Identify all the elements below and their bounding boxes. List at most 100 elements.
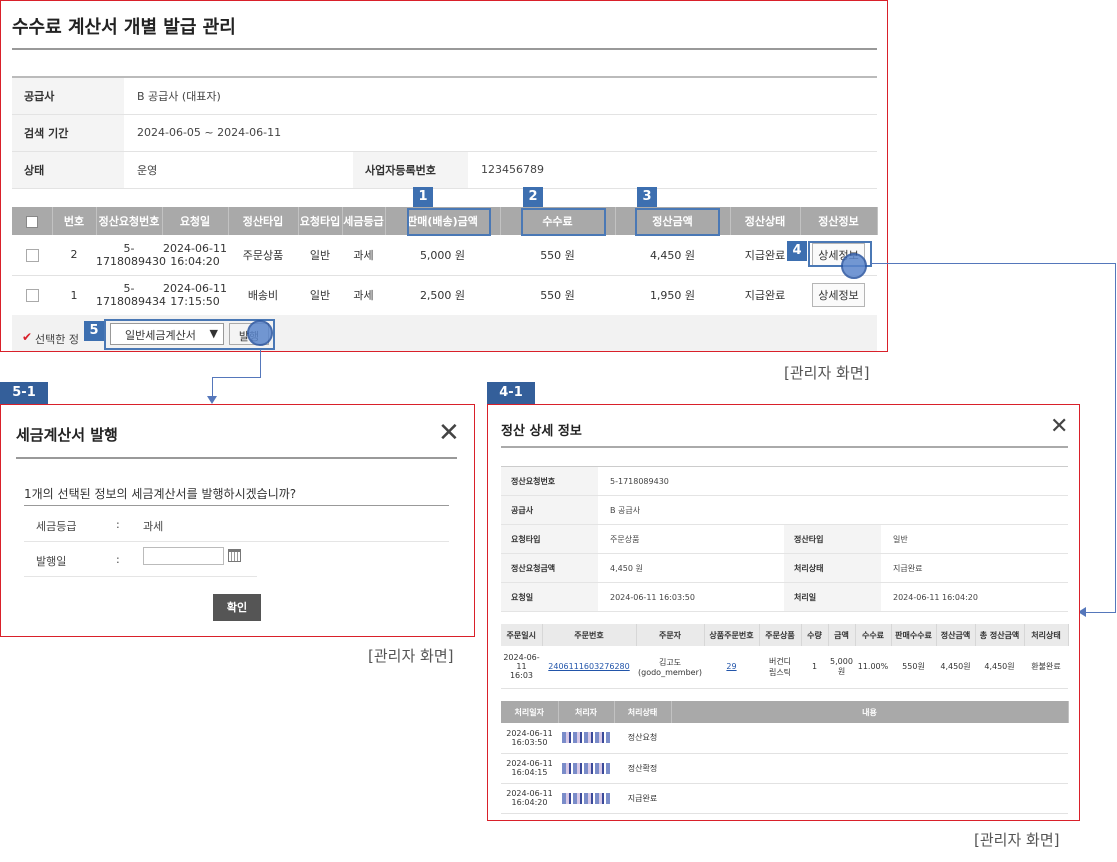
col-total: 총 정산금액 bbox=[975, 624, 1025, 646]
req-no-label: 정산요청번호 bbox=[501, 466, 598, 496]
annotation-3: 3 bbox=[637, 187, 657, 207]
tag-4-1: 4-1 bbox=[487, 382, 535, 404]
dialog41-caption: [관리자 화면] bbox=[974, 831, 1060, 849]
status-label: 상태 bbox=[12, 151, 124, 189]
dialog-divider bbox=[501, 446, 1068, 448]
order-status: 환불완료 bbox=[1024, 646, 1068, 689]
req-date-value: 2024-06-11 16:03:50 bbox=[598, 582, 784, 612]
col-item-no: 상품주문번호 bbox=[704, 624, 760, 646]
col-orderer: 주문자 bbox=[636, 624, 705, 646]
bizno-value: 123456789 bbox=[468, 151, 877, 189]
req-no-value: 5-1718089430 bbox=[598, 466, 1068, 496]
detail-info-button[interactable]: 상세정보 bbox=[812, 283, 865, 307]
dialog-title: 정산 상세 정보 bbox=[501, 424, 582, 439]
click-indicator bbox=[247, 320, 273, 346]
row-no: 1 bbox=[52, 275, 96, 316]
row-tax: 과세 bbox=[342, 235, 385, 276]
annotation-5: 5 bbox=[84, 321, 104, 341]
row-req-type: 일반 bbox=[298, 235, 342, 276]
col-settle-type: 정산타입 bbox=[228, 207, 299, 235]
tax-invoice-issue-dialog: 세금계산서 발행 ✕ 1개의 선택된 정보의 세금계산서를 발행하시겠습니까? … bbox=[0, 404, 475, 637]
row-sales: 2,500 원 bbox=[385, 275, 500, 316]
row-checkbox[interactable] bbox=[25, 288, 39, 302]
row-fee: 550 원 bbox=[500, 275, 615, 316]
select-all-checkbox[interactable] bbox=[25, 215, 38, 228]
separator: : bbox=[116, 553, 120, 566]
settle-type-value: 일반 bbox=[881, 524, 1068, 554]
issue-date-input[interactable] bbox=[143, 547, 224, 565]
order-table-header: 주문일시 주문번호 주문자 상품주문번호 주문상품 수량 금액 수수료 판매수수… bbox=[501, 624, 1069, 646]
history-table: 처리일자 처리자 처리상태 내용 2024-06-11 16:03:50 정산요… bbox=[501, 701, 1069, 814]
row-req-no: 5- 1718089434 bbox=[96, 275, 166, 316]
sales-fee: 550원 bbox=[891, 646, 936, 689]
connector-line bbox=[870, 263, 1116, 264]
row-status: 지급완료 bbox=[730, 275, 800, 316]
price: 5,000 원 bbox=[828, 646, 855, 689]
row-req-type: 일반 bbox=[298, 275, 342, 316]
connector-line bbox=[1115, 263, 1116, 613]
history-content bbox=[671, 783, 1068, 814]
supplier-label: 공급사 bbox=[501, 495, 598, 525]
col-req-date: 요청일 bbox=[162, 207, 229, 235]
row-amount: 1,950 원 bbox=[615, 275, 730, 316]
history-date: 2024-06-11 16:03:50 bbox=[501, 723, 558, 754]
table-row: 2024-06-11 16:04:15 정산확정 bbox=[501, 753, 1068, 784]
status-value: 운영 bbox=[124, 151, 353, 189]
selected-text: 선택한 정 bbox=[35, 333, 79, 346]
highlight-2 bbox=[521, 208, 606, 236]
title-divider bbox=[12, 48, 877, 50]
close-icon[interactable]: ✕ bbox=[438, 418, 460, 448]
req-amount-value: 4,450 원 bbox=[598, 553, 784, 583]
order-table: 주문일시 주문번호 주문자 상품주문번호 주문상품 수량 금액 수수료 판매수수… bbox=[501, 624, 1069, 689]
table-row: 1 5- 1718089434 2024-06-11 17:15:50 배송비 … bbox=[12, 275, 877, 316]
history-content bbox=[671, 723, 1068, 754]
req-type-label: 요청타입 bbox=[501, 524, 598, 554]
redacted-name bbox=[562, 762, 610, 774]
col-req-type: 요청타입 bbox=[298, 207, 343, 235]
proc-status-value: 지급완료 bbox=[881, 553, 1068, 583]
settle-type-label: 정산타입 bbox=[784, 524, 881, 554]
col-proc-date: 처리일자 bbox=[501, 701, 559, 723]
close-icon[interactable]: ✕ bbox=[1050, 414, 1068, 439]
history-status: 정산요청 bbox=[614, 723, 671, 754]
calendar-icon[interactable] bbox=[228, 549, 241, 562]
row-sales: 5,000 원 bbox=[385, 235, 500, 276]
settlement-invoice-panel: 수수료 계산서 개별 발급 관리 공급사 B 공급사 (대표자) 검색 기간 2… bbox=[0, 0, 888, 352]
bizno-label: 사업자등록번호 bbox=[353, 151, 468, 189]
req-type-value: 주문상품 bbox=[598, 524, 784, 554]
item-no-link[interactable]: 29 bbox=[726, 662, 736, 671]
col-tax-grade: 세금등급 bbox=[342, 207, 386, 235]
fee-rate: 11.00% bbox=[855, 646, 891, 689]
tax-grade-label: 세금등급 bbox=[36, 520, 77, 533]
proc-date-value: 2024-06-11 16:04:20 bbox=[881, 582, 1068, 612]
select-all-header[interactable] bbox=[12, 207, 53, 235]
row-req-no: 5- 1718089430 bbox=[96, 235, 166, 276]
col-qty: 수량 bbox=[801, 624, 829, 646]
checkmark-icon: ✔ bbox=[22, 330, 33, 344]
col-fee-rate: 수수료 bbox=[855, 624, 892, 646]
history-status: 지급완료 bbox=[614, 783, 671, 814]
period-label: 검색 기간 bbox=[12, 114, 124, 152]
confirm-message: 1개의 선택된 정보의 세금계산서를 발행하시겠습니까? bbox=[24, 487, 297, 501]
highlight-3 bbox=[635, 208, 720, 236]
item-name: 버건디 립스틱 bbox=[759, 646, 801, 689]
settle-amount: 4,450원 bbox=[936, 646, 975, 689]
req-amount-label: 정산요청금액 bbox=[501, 553, 598, 583]
row-no: 2 bbox=[52, 235, 96, 276]
tag-5-1: 5-1 bbox=[0, 382, 48, 404]
row-settle-type: 주문상품 bbox=[228, 235, 298, 276]
connector-line bbox=[212, 377, 261, 378]
table-row: 2024-06-11 16:04:20 지급완료 bbox=[501, 783, 1068, 814]
connector-line bbox=[1083, 612, 1116, 613]
col-proc-status: 처리상태 bbox=[614, 701, 672, 723]
page-title: 수수료 계산서 개별 발급 관리 bbox=[12, 17, 236, 38]
col-processor: 처리자 bbox=[558, 701, 615, 723]
confirm-button[interactable]: 확인 bbox=[213, 594, 261, 621]
proc-date-label: 처리일 bbox=[784, 582, 881, 612]
separator: : bbox=[116, 518, 120, 531]
order-no-link[interactable]: 2406111603276280 bbox=[548, 662, 629, 671]
highlight-1 bbox=[407, 208, 491, 236]
row-checkbox[interactable] bbox=[25, 248, 39, 262]
col-status: 처리상태 bbox=[1024, 624, 1069, 646]
col-settle: 정산금액 bbox=[936, 624, 976, 646]
